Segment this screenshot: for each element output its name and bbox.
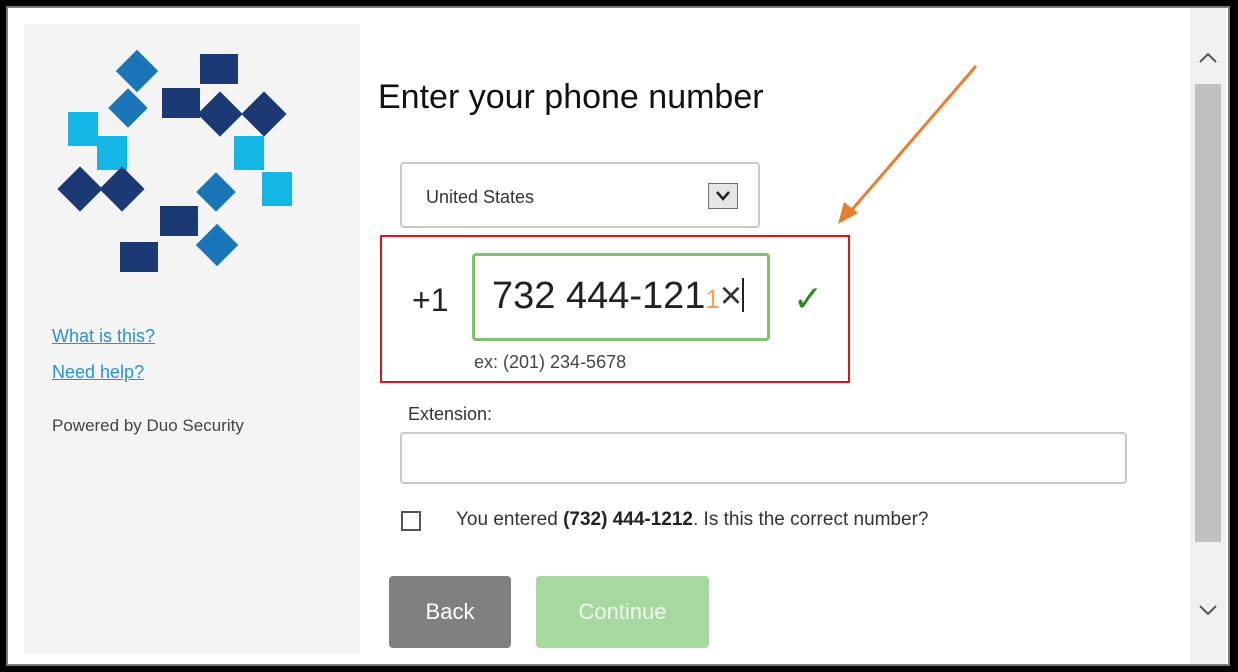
annotation-arrow [838,65,978,224]
browser-frame: What is this? Need help? Powered by Duo … [6,6,1230,666]
